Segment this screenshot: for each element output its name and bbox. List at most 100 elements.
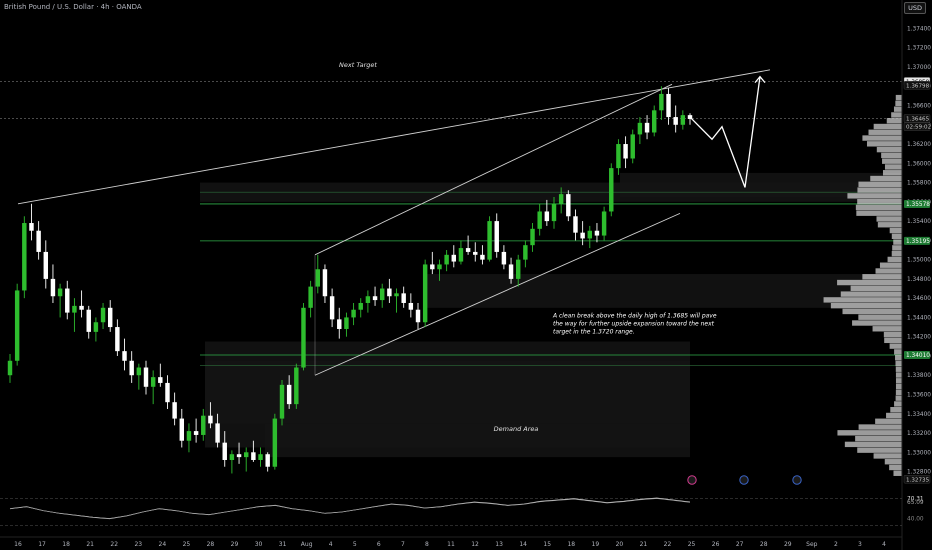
candle-body xyxy=(315,269,321,287)
candle-body xyxy=(208,415,213,424)
profile-bar xyxy=(844,441,902,448)
profile-bar xyxy=(890,407,902,413)
candle-body xyxy=(193,431,199,435)
projection-path xyxy=(689,75,766,188)
candle xyxy=(43,240,49,289)
candle-body xyxy=(322,269,328,297)
candle xyxy=(616,139,621,175)
candle-body xyxy=(379,288,385,301)
key-level-tag: 1.35578 xyxy=(904,199,930,208)
candle xyxy=(587,225,593,249)
candle-body xyxy=(623,144,628,159)
time-tick-label: 4 xyxy=(882,541,886,548)
candle-body xyxy=(444,254,449,265)
candle xyxy=(422,259,428,328)
candle xyxy=(379,283,385,308)
time-axis[interactable]: 16 17 18 21 22 23 24 25 28 29 30 31 Aug 4 5 6 7 8 11 12 13 14… xyxy=(0,536,902,548)
time-tick-label: Sep xyxy=(806,541,818,548)
candle-body xyxy=(236,454,242,458)
candle-body xyxy=(644,122,650,133)
key-level-tag-label: 1.34010 xyxy=(906,353,930,359)
candle-body xyxy=(115,327,120,352)
candle xyxy=(179,408,185,448)
candle-body xyxy=(372,296,378,301)
candle-body xyxy=(415,309,421,323)
candle-body xyxy=(136,367,142,376)
profile-bar xyxy=(893,470,902,476)
candle xyxy=(7,354,13,383)
candle xyxy=(609,163,614,217)
profile-bar xyxy=(884,164,902,170)
candle-body xyxy=(107,307,113,328)
time-tick-label: 22 xyxy=(664,541,672,548)
candle-body xyxy=(523,245,528,260)
time-tick-label: 15 xyxy=(543,541,551,548)
price-tag: 1.36465 xyxy=(903,114,931,123)
profile-bar xyxy=(876,216,902,222)
candle-body xyxy=(494,221,499,252)
candle-body xyxy=(594,230,600,236)
candle xyxy=(365,290,371,313)
candle-body xyxy=(537,211,542,229)
profile-bar xyxy=(894,401,902,407)
rsi-label: 65.09 xyxy=(907,500,924,506)
candle-body xyxy=(7,360,13,376)
time-tick-label: Aug xyxy=(301,541,313,548)
price-tag-label: 02:59:02 xyxy=(906,125,931,131)
candle-body xyxy=(122,351,127,361)
profile-bar xyxy=(862,274,902,280)
profile-bar xyxy=(872,326,902,332)
profile-bar xyxy=(881,152,902,159)
candle-body xyxy=(14,290,20,361)
profile-bar xyxy=(895,354,902,361)
profile-bar xyxy=(892,245,902,251)
profile-bar xyxy=(837,430,902,436)
candle-body xyxy=(243,452,249,458)
price-tag-label: 1.32735 xyxy=(906,477,930,483)
profile-bar xyxy=(855,435,902,442)
candle xyxy=(294,363,299,409)
candle xyxy=(322,264,328,303)
candle xyxy=(630,129,635,164)
time-tick-label: 7 xyxy=(401,541,405,548)
profile-bar xyxy=(895,94,902,101)
profile-bar xyxy=(850,285,902,292)
candle-body xyxy=(308,286,313,308)
price-tick-label: 1.34800 xyxy=(907,277,931,283)
price-chart[interactable]: Next Target Demand Area A clean break abov… xyxy=(0,0,932,550)
time-tick-label: 19 xyxy=(592,541,600,548)
candle-body xyxy=(29,223,34,231)
candle-body xyxy=(609,168,614,212)
candle-body xyxy=(566,194,571,217)
candle xyxy=(129,351,134,383)
time-tick-label: 18 xyxy=(62,541,70,548)
note-line: the way for further upside expansion tow… xyxy=(553,320,715,327)
rsi-label: 40.00 xyxy=(907,517,924,523)
candle xyxy=(580,221,585,246)
profile-bar xyxy=(889,227,902,234)
time-tick-label: 13 xyxy=(495,541,503,548)
candle-body xyxy=(530,228,535,246)
time-tick-label: 28 xyxy=(760,541,768,548)
time-tick-label: 21 xyxy=(86,541,94,548)
profile-bar xyxy=(895,395,902,401)
candle xyxy=(351,302,356,326)
candle xyxy=(14,283,20,366)
price-tick-label: 1.33200 xyxy=(907,431,931,437)
price-tick-label: 1.37400 xyxy=(907,26,931,32)
candle xyxy=(122,338,127,371)
price-tick-label: 1.37200 xyxy=(907,46,931,52)
price-axis[interactable]: 1.374001.372001.370001.368001.366001.364… xyxy=(901,0,931,550)
profile-bar xyxy=(873,453,902,459)
profile-bar xyxy=(862,135,902,141)
candle xyxy=(136,363,142,390)
candle xyxy=(651,105,657,137)
time-tick-label: 23 xyxy=(134,541,142,548)
profile-bar xyxy=(882,158,902,164)
candle-body xyxy=(480,254,485,260)
candle-body xyxy=(143,367,149,387)
candle-body xyxy=(301,307,306,368)
rsi-pane: 70.3165.0940.00 xyxy=(0,496,924,526)
candle xyxy=(72,298,77,332)
profile-bar xyxy=(891,233,902,240)
